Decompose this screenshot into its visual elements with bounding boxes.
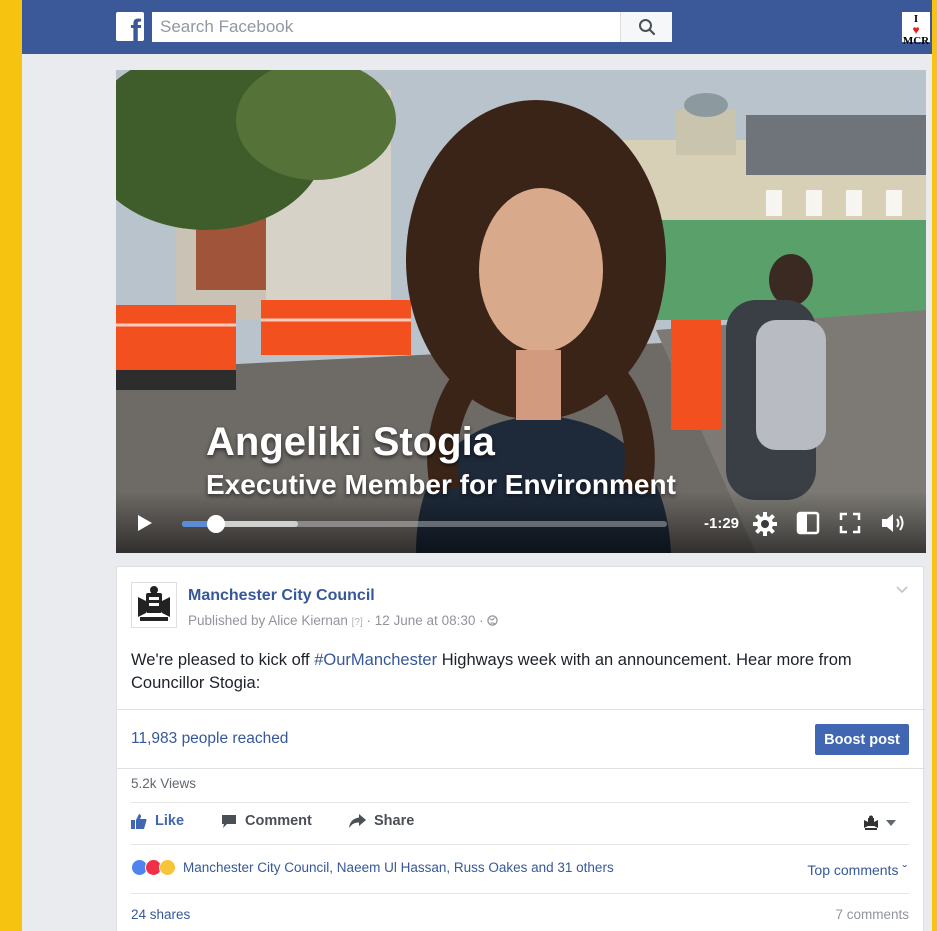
- seek-bar[interactable]: [182, 515, 667, 533]
- caption-name: Angeliki Stogia: [206, 420, 495, 464]
- divider: [117, 709, 925, 710]
- facebook-logo-icon[interactable]: f: [116, 12, 144, 41]
- comment-button[interactable]: Comment: [221, 813, 312, 829]
- search-icon: [638, 19, 655, 36]
- divider: [117, 768, 925, 769]
- post-text-start: We're pleased to kick off: [131, 651, 315, 669]
- thumbs-up-icon: [131, 814, 147, 829]
- pip-icon[interactable]: [796, 511, 820, 535]
- facebook-page: f I ♥ MCR: [22, 0, 932, 931]
- council-crest-icon: [138, 586, 170, 621]
- video-caption: Angeliki Stogia Executive Member for Env…: [206, 420, 676, 501]
- share-label: Share: [374, 813, 415, 829]
- time-remaining: -1:29: [704, 515, 740, 532]
- share-button[interactable]: Share: [349, 813, 414, 829]
- volume-icon[interactable]: [880, 511, 908, 535]
- fullscreen-icon[interactable]: [838, 511, 862, 535]
- reactors-list[interactable]: Manchester City Council, Naeem Ul Hassan…: [183, 860, 614, 875]
- post-text: We're pleased to kick off #OurManchester…: [131, 649, 901, 695]
- comment-label: Comment: [245, 813, 312, 829]
- post-byline: Published by Alice Kiernan [?] · 12 June…: [188, 613, 499, 628]
- like-label: Like: [155, 813, 185, 829]
- haha-reaction-icon: [159, 859, 176, 876]
- profile-avatar[interactable]: I ♥ MCR: [902, 12, 930, 47]
- post-card: Manchester City Council Published by Ali…: [116, 566, 925, 931]
- divider: [131, 802, 909, 803]
- boost-post-button[interactable]: Boost post: [815, 724, 909, 755]
- council-crest-small-icon: [864, 815, 878, 830]
- seek-handle[interactable]: [206, 515, 225, 533]
- hashtag-link[interactable]: #OurManchester: [314, 651, 437, 669]
- top-comments-toggle[interactable]: Top comments ˇ: [807, 862, 907, 878]
- globe-icon: [487, 615, 499, 626]
- search-button[interactable]: [620, 12, 672, 42]
- page-name-link[interactable]: Manchester City Council: [188, 587, 375, 605]
- post-date[interactable]: · 12 June at 08:30 ·: [367, 613, 484, 628]
- views-count: 5.2k Views: [131, 776, 197, 791]
- avatar-text-line2: MCR: [902, 35, 930, 47]
- search-box: [152, 12, 672, 42]
- shares-count[interactable]: 24 shares: [131, 907, 190, 922]
- reactions-summary[interactable]: Manchester City Council, Naeem Ul Hassan…: [131, 859, 614, 876]
- divider: [131, 844, 909, 845]
- top-bar: f I ♥ MCR: [22, 0, 932, 54]
- facebook-logo-letter: f: [130, 13, 141, 41]
- page-avatar[interactable]: [131, 582, 177, 628]
- play-icon[interactable]: [136, 513, 154, 533]
- video-controls: -1:29: [116, 491, 926, 553]
- share-icon: [349, 814, 366, 828]
- publisher-text: Published by Alice Kiernan: [188, 613, 348, 628]
- video-player[interactable]: Angeliki Stogia Executive Member for Env…: [116, 70, 926, 553]
- search-input[interactable]: [152, 12, 620, 42]
- divider: [131, 893, 909, 894]
- help-marker[interactable]: [?]: [352, 617, 363, 628]
- comment-icon: [222, 814, 236, 828]
- like-button[interactable]: Like: [131, 813, 184, 829]
- post-as-selector[interactable]: [863, 815, 897, 831]
- settings-icon[interactable]: [752, 511, 778, 537]
- comments-count[interactable]: 7 comments: [835, 907, 909, 922]
- reach-count[interactable]: 11,983 people reached: [131, 730, 288, 748]
- chevron-down-icon[interactable]: [895, 585, 909, 595]
- caret-down-icon: [886, 820, 896, 826]
